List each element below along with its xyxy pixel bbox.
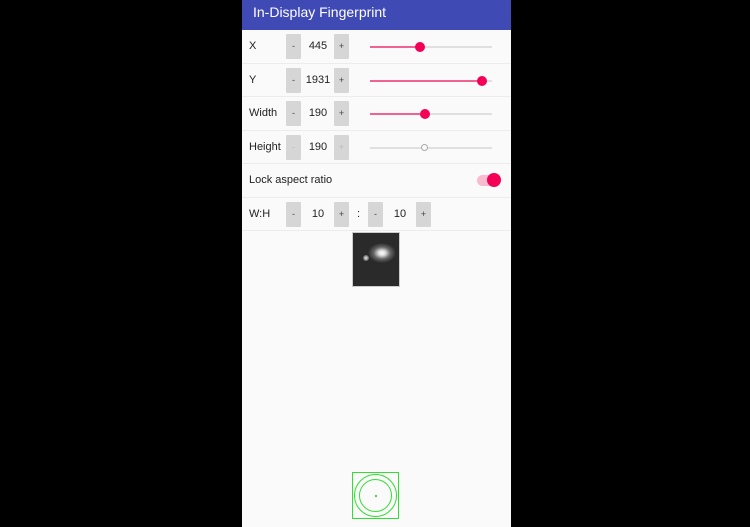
ratio-h-decrement-button[interactable]: - — [368, 201, 383, 227]
height-value: 190 — [308, 140, 328, 153]
ratio-w-increment-button[interactable]: + — [334, 201, 349, 227]
y-slider-thumb[interactable] — [477, 75, 488, 86]
ratio-h-value: 10 — [393, 207, 407, 220]
width-row: Width - 190 + — [242, 97, 511, 131]
width-slider-fill — [370, 113, 425, 115]
app-screen: In-Display Fingerprint X - 445 + Y - 193… — [242, 0, 511, 527]
x-value: 445 — [308, 40, 328, 52]
height-label: Height — [249, 140, 281, 153]
height-row: Height - 190 + — [242, 131, 511, 164]
ratio-label: W:H — [249, 207, 271, 220]
x-slider-thumb[interactable] — [415, 42, 426, 52]
lock-aspect-label: Lock aspect ratio — [249, 174, 333, 186]
height-decrement-button[interactable]: - — [286, 134, 301, 160]
ratio-w-decrement-button[interactable]: - — [286, 201, 301, 227]
width-increment-button[interactable]: + — [334, 101, 349, 126]
fingerprint-preview-image — [352, 232, 400, 287]
ratio-w-value: 10 — [311, 207, 325, 220]
x-slider-fill — [370, 46, 421, 48]
x-slider[interactable] — [370, 42, 492, 52]
height-increment-button[interactable]: + — [334, 134, 349, 160]
lock-aspect-switch[interactable] — [477, 173, 501, 187]
x-row: X - 445 + — [242, 30, 511, 64]
height-slider-thumb[interactable] — [421, 144, 429, 151]
y-decrement-button[interactable]: - — [286, 67, 301, 93]
lock-aspect-row: Lock aspect ratio — [242, 164, 511, 198]
y-slider-fill — [370, 79, 483, 82]
y-row: Y - 1931 + — [242, 64, 511, 97]
y-label: Y — [249, 73, 257, 86]
width-value: 190 — [308, 107, 328, 119]
ratio-h-increment-button[interactable]: + — [416, 201, 431, 227]
app-bar: In-Display Fingerprint — [242, 0, 511, 30]
width-label: Width — [249, 107, 278, 119]
x-label: X — [249, 40, 257, 52]
lock-aspect-switch-thumb — [487, 173, 501, 187]
preview-highlight — [363, 255, 369, 261]
fingerprint-target-icon[interactable] — [352, 472, 399, 519]
x-decrement-button[interactable]: - — [286, 34, 301, 59]
width-decrement-button[interactable]: - — [286, 101, 301, 126]
y-increment-button[interactable]: + — [334, 67, 349, 93]
y-slider[interactable] — [370, 75, 492, 86]
width-slider-thumb[interactable] — [419, 109, 430, 119]
ratio-row: W:H - 10 + : - 10 + — [242, 198, 511, 231]
app-title: In-Display Fingerprint — [253, 4, 387, 20]
fingerprint-center-dot — [374, 494, 377, 497]
ratio-separator: : — [357, 207, 361, 220]
x-increment-button[interactable]: + — [334, 34, 349, 59]
height-slider[interactable] — [370, 144, 492, 151]
width-slider[interactable] — [370, 109, 492, 119]
y-value: 1931 — [305, 73, 331, 86]
